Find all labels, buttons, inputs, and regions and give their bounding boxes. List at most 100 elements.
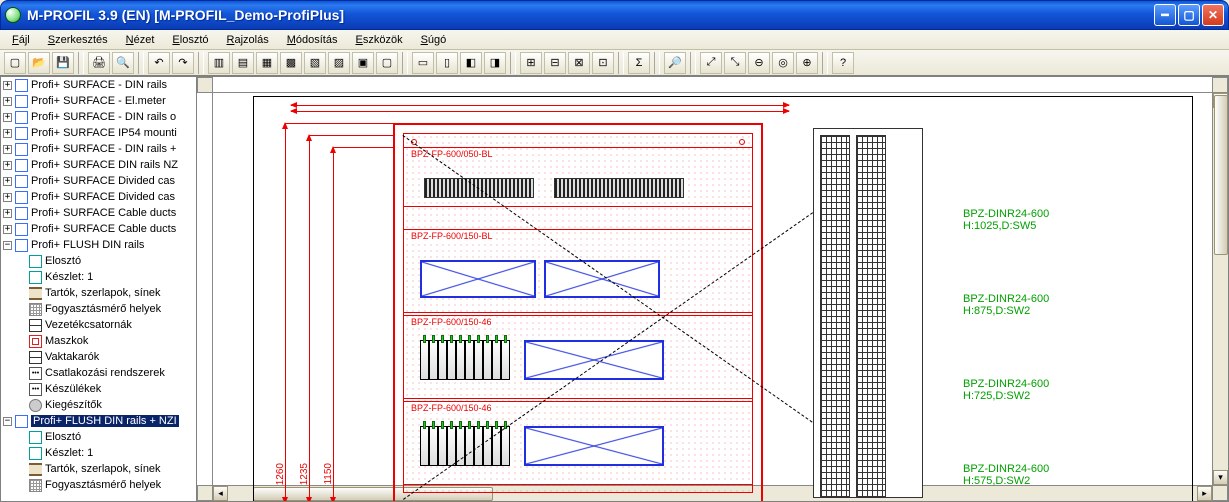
tree-child[interactable]: Fogyasztásmérő helyek <box>1 477 196 493</box>
drawing-area[interactable]: ◂ ▸ ▴ ▾ 1260 1235 1150 <box>197 76 1229 502</box>
tree-node[interactable]: +Profi+ SURFACE - DIN rails <box>1 77 196 93</box>
tool-open-button[interactable]: 📂 <box>28 52 50 74</box>
tree-node[interactable]: +Profi+ SURFACE Cable ducts <box>1 221 196 237</box>
scrollbar-vertical[interactable]: ▴ ▾ <box>1212 93 1228 485</box>
tree-node[interactable]: +Profi+ SURFACE - DIN rails o <box>1 109 196 125</box>
minimize-button[interactable]: ━ <box>1154 4 1176 26</box>
expand-icon[interactable]: + <box>3 113 12 122</box>
rail-note: BPZ-DINR24-600 H:575,D:SW2 <box>963 463 1049 487</box>
expand-icon[interactable]: + <box>3 81 12 90</box>
tree-node-flush[interactable]: − Profi+ FLUSH DIN rails <box>1 237 196 253</box>
tool-z5-button[interactable]: ⊕ <box>796 52 818 74</box>
tool-z4-button[interactable]: ◎ <box>772 52 794 74</box>
tool-grp4-button[interactable]: ▩ <box>280 52 302 74</box>
tree-child[interactable]: Készülékek <box>1 381 196 397</box>
tree-child[interactable]: Kiegészítők <box>1 397 196 413</box>
expand-icon[interactable]: + <box>3 97 12 106</box>
menu-eloszto[interactable]: Elosztó <box>164 32 216 48</box>
menu-bar: Fájl Szerkesztés Nézet Elosztó Rajzolás … <box>0 30 1229 50</box>
tree-child[interactable]: Vaktakarók <box>1 349 196 365</box>
tool-help-button[interactable]: ? <box>832 52 854 74</box>
tool-undo-button[interactable]: ↶ <box>148 52 170 74</box>
tree-node[interactable]: +Profi+ SURFACE IP54 mounti <box>1 125 196 141</box>
menu-tools[interactable]: Eszközök <box>347 32 410 48</box>
tool-grp6-button[interactable]: ▨ <box>328 52 350 74</box>
tree-node[interactable]: +Profi+ SURFACE Cable ducts <box>1 205 196 221</box>
tool-grp3-button[interactable]: ▦ <box>256 52 278 74</box>
tool-mod4-button[interactable]: ◨ <box>484 52 506 74</box>
tool-grp1-button[interactable]: ▥ <box>208 52 230 74</box>
tree-node[interactable]: +Profi+ SURFACE DIN rails NZ <box>1 157 196 173</box>
menu-view[interactable]: Nézet <box>118 32 163 48</box>
breaker-group <box>420 340 510 380</box>
tool-mod3-button[interactable]: ◧ <box>460 52 482 74</box>
panel-label: BPZ-FP-600/150-46 <box>410 317 493 327</box>
tool-print-button[interactable]: 🖨 <box>88 52 110 74</box>
tool-sum-button[interactable]: Σ <box>628 52 650 74</box>
tool-mod1-button[interactable]: ▭ <box>412 52 434 74</box>
tree-child[interactable]: Tartók, szerlapok, sínek <box>1 461 196 477</box>
menu-modify[interactable]: Módosítás <box>279 32 346 48</box>
tool-save-button[interactable]: 💾 <box>52 52 74 74</box>
tree-child[interactable]: Vezetékcsatornák <box>1 317 196 333</box>
tool-grp7-button[interactable]: ▣ <box>352 52 374 74</box>
expand-icon[interactable]: + <box>3 145 12 154</box>
tree-node[interactable]: +Profi+ SURFACE - El.meter <box>1 93 196 109</box>
tree-label: Maszkok <box>45 335 88 347</box>
tool-grp5-button[interactable]: ▧ <box>304 52 326 74</box>
expand-icon[interactable]: + <box>3 129 12 138</box>
tree-label: Elosztó <box>45 255 81 267</box>
tree-child[interactable]: Maszkok <box>1 333 196 349</box>
tool-redo-button[interactable]: ↷ <box>172 52 194 74</box>
menu-draw[interactable]: Rajzolás <box>219 32 277 48</box>
scroll-down-icon[interactable]: ▾ <box>1213 470 1228 485</box>
drawing-canvas[interactable]: 1260 1235 1150 BPZ-FP-600/050-BL <box>213 93 1212 485</box>
menu-help[interactable]: Súgó <box>413 32 455 48</box>
expand-icon[interactable]: + <box>3 177 12 186</box>
tool-mod2-button[interactable]: ▯ <box>436 52 458 74</box>
expand-icon[interactable]: + <box>3 225 12 234</box>
tree-node[interactable]: +Profi+ SURFACE Divided cas <box>1 189 196 205</box>
tree-child[interactable]: Elosztó <box>1 429 196 445</box>
tool-z3-button[interactable]: ⊖ <box>748 52 770 74</box>
scroll-left-icon[interactable]: ◂ <box>213 486 228 501</box>
box-icon <box>15 127 28 140</box>
tool-z1-button[interactable]: ⤢ <box>700 52 722 74</box>
tool-find-button[interactable]: 🔎 <box>664 52 686 74</box>
box-icon <box>15 175 28 188</box>
close-button[interactable]: ✕ <box>1202 4 1224 26</box>
tool-db3-button[interactable]: ⊠ <box>568 52 590 74</box>
menu-file[interactable]: Fájl <box>4 32 38 48</box>
expand-icon[interactable]: + <box>3 193 12 202</box>
tree-child[interactable]: Fogyasztásmérő helyek <box>1 301 196 317</box>
tree-child[interactable]: Készlet: 1 <box>1 269 196 285</box>
box-icon <box>15 79 28 92</box>
tree-panel[interactable]: +Profi+ SURFACE - DIN rails+Profi+ SURFA… <box>0 76 197 502</box>
cabinet-side <box>813 128 923 498</box>
tree-child[interactable]: Tartók, szerlapok, sínek <box>1 285 196 301</box>
tree-node[interactable]: +Profi+ SURFACE Divided cas <box>1 173 196 189</box>
tool-grp2-button[interactable]: ▤ <box>232 52 254 74</box>
tree-node-selected[interactable]: − Profi+ FLUSH DIN rails + NZI <box>1 413 196 429</box>
expand-icon[interactable]: + <box>3 161 12 170</box>
tool-db1-button[interactable]: ⊞ <box>520 52 542 74</box>
collapse-icon[interactable]: − <box>3 417 12 426</box>
box-icon <box>15 239 28 252</box>
tool-grp8-button[interactable]: ▢ <box>376 52 398 74</box>
item-icon <box>29 271 42 284</box>
tree-child[interactable]: Készlet: 1 <box>1 445 196 461</box>
maximize-button[interactable]: ▢ <box>1178 4 1200 26</box>
scroll-thumb[interactable] <box>1214 95 1228 255</box>
tree-node[interactable]: +Profi+ SURFACE - DIN rails + <box>1 141 196 157</box>
tool-preview-button[interactable]: 🔍 <box>112 52 134 74</box>
tool-db4-button[interactable]: ⊡ <box>592 52 614 74</box>
tool-db2-button[interactable]: ⊟ <box>544 52 566 74</box>
expand-icon[interactable]: + <box>3 209 12 218</box>
menu-edit[interactable]: Szerkesztés <box>40 32 116 48</box>
scroll-right-icon[interactable]: ▸ <box>1197 486 1212 501</box>
tree-child[interactable]: Csatlakozási rendszerek <box>1 365 196 381</box>
tool-z2-button[interactable]: ⤡ <box>724 52 746 74</box>
tool-new-button[interactable]: ▢ <box>4 52 26 74</box>
tree-child[interactable]: Elosztó <box>1 253 196 269</box>
collapse-icon[interactable]: − <box>3 241 12 250</box>
